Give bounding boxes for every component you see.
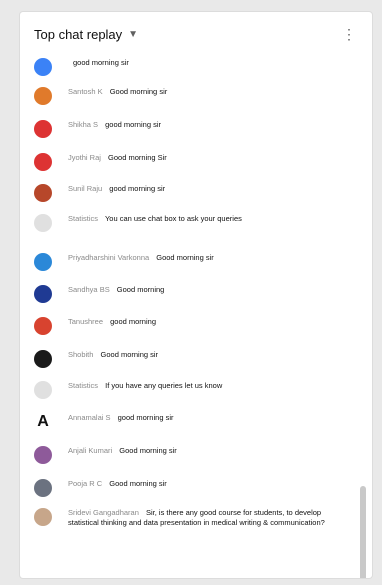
chat-message: Pooja R C Good morning sir	[20, 479, 372, 497]
message-body: Tanushree good morning	[68, 317, 328, 327]
chat-message: Jyothi Raj Good morning Sir	[20, 153, 372, 171]
avatar	[34, 184, 52, 202]
chat-message: Sandhya BS Good morning	[20, 285, 372, 303]
message-author: Statistics	[68, 381, 99, 390]
message-body: Sunil Raju good morning sir	[68, 184, 328, 194]
message-author: Sunil Raju	[68, 184, 103, 193]
chat-title[interactable]: Top chat replay	[34, 27, 122, 42]
avatar	[34, 350, 52, 368]
message-text: Good morning sir	[119, 446, 177, 455]
chat-message: Statistics If you have any queries let u…	[20, 381, 372, 399]
avatar	[34, 58, 52, 76]
message-text: Good morning sir	[109, 479, 167, 488]
message-text: good morning sir	[109, 184, 166, 193]
avatar	[34, 253, 52, 271]
message-author: Jyothi Raj	[68, 153, 101, 162]
message-body: Annamalai S good morning sir	[68, 413, 328, 423]
message-author: Pooja R C	[68, 479, 103, 488]
chat-message: Priyadharshini Varkonna Good morning sir	[20, 253, 372, 271]
message-body: Shikha S good morning sir	[68, 120, 328, 130]
message-text: You can use chat box to ask your queries	[104, 214, 242, 223]
message-text: Good morning	[116, 285, 165, 294]
message-text: good morning sir	[117, 413, 174, 422]
message-body: Jyothi Raj Good morning Sir	[68, 153, 328, 163]
chat-message-list[interactable]: good morning sir Santosh K Good morning …	[20, 56, 372, 578]
message-author: Sandhya BS	[68, 285, 110, 294]
message-body: Priyadharshini Varkonna Good morning sir	[68, 253, 328, 263]
message-text: good morning sir	[73, 58, 129, 67]
chat-message: Shobith Good morning sir	[20, 350, 372, 368]
scrollbar[interactable]	[360, 486, 366, 578]
message-text: Good morning sir	[156, 253, 214, 262]
avatar	[34, 381, 52, 399]
message-text: good morning sir	[105, 120, 161, 129]
message-author: Santosh K	[68, 87, 103, 96]
chat-message: Statistics You can use chat box to ask y…	[20, 214, 372, 232]
message-author: Sridevi Gangadharan	[68, 508, 139, 517]
chat-message: good morning sir	[20, 58, 372, 76]
chat-message: A Annamalai S good morning sir	[20, 413, 372, 431]
message-text: Good morning sir	[100, 350, 159, 359]
message-body: good morning sir	[68, 58, 328, 68]
avatar-letter: A	[37, 413, 49, 430]
message-body: Shobith Good morning sir	[68, 350, 328, 360]
avatar	[34, 214, 52, 232]
message-author: Statistics	[68, 214, 99, 223]
chat-message: Sridevi Gangadharan Sir, is there any go…	[20, 508, 372, 528]
message-author: Shobith	[68, 350, 94, 359]
chat-message: Sunil Raju good morning sir	[20, 184, 372, 202]
chat-message: Shikha S good morning sir	[20, 120, 372, 138]
message-text: good morning	[110, 317, 156, 326]
message-text: Good morning sir	[109, 87, 168, 96]
more-vert-icon[interactable]: ⋮	[340, 25, 358, 43]
chevron-down-icon[interactable]: ▼	[128, 29, 138, 40]
avatar	[34, 285, 52, 303]
message-body: Statistics If you have any queries let u…	[68, 381, 328, 391]
message-text: If you have any queries let us know	[105, 381, 223, 390]
avatar	[34, 153, 52, 171]
avatar: A	[34, 413, 52, 431]
message-author: Anjali Kumari	[68, 446, 113, 455]
message-author: Priyadharshini Varkonna	[68, 253, 150, 262]
avatar	[34, 479, 52, 497]
message-body: Sandhya BS Good morning	[68, 285, 328, 295]
chat-header: Top chat replay ▼ ⋮	[20, 12, 372, 56]
avatar	[34, 317, 52, 335]
chat-message: Santosh K Good morning sir	[20, 87, 372, 105]
message-body: Santosh K Good morning sir	[68, 87, 328, 97]
avatar	[34, 446, 52, 464]
message-body: Statistics You can use chat box to ask y…	[68, 214, 328, 224]
message-body: Pooja R C Good morning sir	[68, 479, 328, 489]
chat-message: Anjali Kumari Good morning sir	[20, 446, 372, 464]
chat-replay-panel: Top chat replay ▼ ⋮ good morning sir San…	[20, 12, 372, 578]
avatar	[34, 120, 52, 138]
avatar	[34, 508, 52, 526]
chat-message: Tanushree good morning	[20, 317, 372, 335]
message-text: Good morning Sir	[108, 153, 167, 162]
message-body: Anjali Kumari Good morning sir	[68, 446, 328, 456]
message-body: Sridevi Gangadharan Sir, is there any go…	[68, 508, 328, 528]
message-author: Annamalai S	[68, 413, 111, 422]
message-author: Shikha S	[68, 120, 99, 129]
message-author: Tanushree	[68, 317, 104, 326]
avatar	[34, 87, 52, 105]
